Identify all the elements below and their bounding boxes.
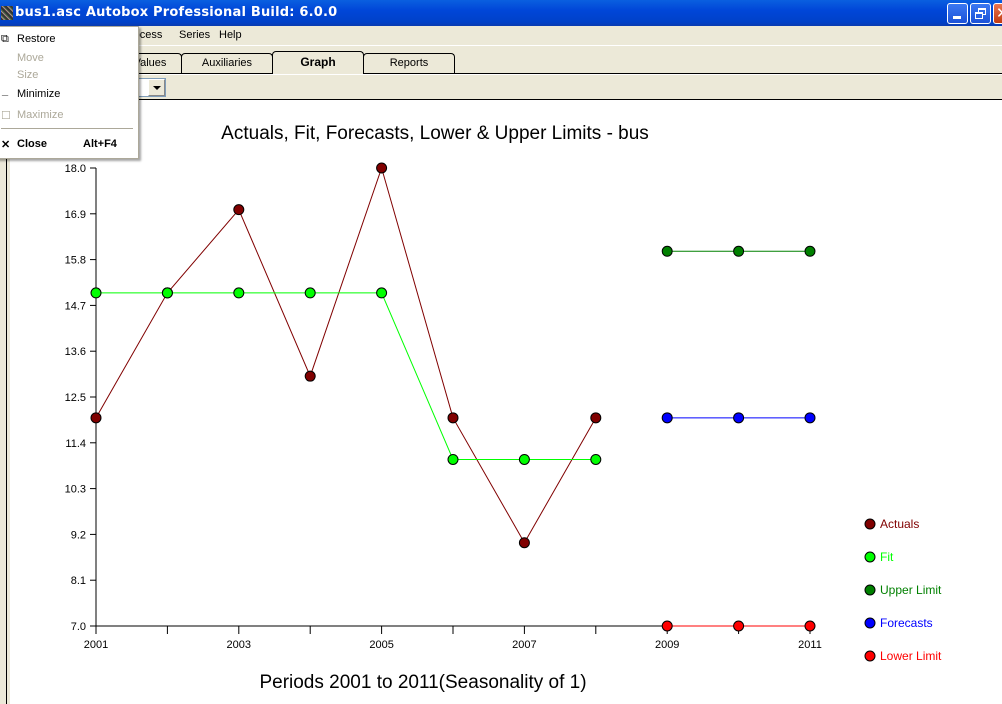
sysmenu-minimize[interactable]: Minimize — [17, 88, 60, 100]
sysmenu-close[interactable]: Close — [17, 138, 47, 150]
menu-separator — [1, 128, 133, 129]
legend: Actuals Fit Upper Limit Forecasts Lower Limi… — [864, 517, 942, 663]
x-tick-label: 2011 — [798, 639, 822, 651]
legend-marker-forecasts — [864, 617, 876, 629]
legend-marker-upper-limit — [864, 584, 876, 596]
minimize-icon: _ — [2, 85, 9, 97]
y-tick-label: 16.9 — [65, 209, 86, 221]
y-tick-label: 7.0 — [71, 621, 86, 633]
x-tick-label: 2009 — [655, 639, 679, 651]
upper-limit-point — [804, 245, 816, 257]
actuals-point — [518, 537, 530, 549]
y-tick-label: 15.8 — [65, 255, 86, 267]
x-tick-label: 2001 — [84, 639, 108, 651]
legend-label-lower-limit: Lower Limit — [880, 649, 942, 663]
chart-title: Actuals, Fit, Forecasts, Lower & Upper L… — [221, 123, 649, 144]
fit-point — [233, 287, 245, 299]
tab-graph-label: Graph — [300, 55, 336, 69]
axes: 7.0 8.1 9.2 10.3 11.4 12.5 13.6 14.7 15.8 16.9 18.… — [65, 163, 822, 651]
fit-point — [590, 453, 602, 465]
fit-point — [376, 287, 388, 299]
forecasts-point — [804, 412, 816, 424]
upper-limit-point — [733, 245, 745, 257]
y-tick-label: 8.1 — [71, 575, 86, 587]
legend-label-actuals: Actuals — [880, 517, 919, 531]
sysmenu-restore[interactable]: Restore — [17, 33, 56, 45]
x-axis-label: Periods 2001 to 2011(Seasonality of 1) — [259, 672, 586, 693]
x-tick-label: 2007 — [512, 639, 536, 651]
legend-marker-fit — [864, 551, 876, 563]
restore-icon: ⧉ — [1, 33, 9, 45]
maximize-icon: ☐ — [1, 110, 11, 122]
actuals-point — [590, 412, 602, 424]
fit-point — [161, 287, 173, 299]
y-tick-label: 11.4 — [65, 438, 86, 450]
actuals-point — [90, 412, 102, 424]
fit-point — [304, 287, 316, 299]
y-tick-label: 12.5 — [65, 392, 86, 404]
x-tick-label: 2005 — [369, 639, 393, 651]
sysmenu-maximize: Maximize — [17, 109, 64, 121]
tab-graph[interactable]: Graph — [272, 51, 364, 74]
fit-line — [96, 292, 596, 460]
y-tick-label: 10.3 — [65, 484, 86, 496]
x-tick-label: 2003 — [227, 639, 251, 651]
y-tick-label: 18.0 — [65, 163, 86, 175]
legend-marker-lower-limit — [864, 650, 876, 662]
lower-limit-point — [804, 620, 816, 632]
actuals-point — [233, 204, 245, 216]
lower-limit-point — [733, 620, 745, 632]
series-group — [90, 162, 816, 632]
actuals-line — [95, 166, 597, 544]
legend-marker-actuals — [864, 518, 876, 530]
legend-label-forecasts: Forecasts — [880, 616, 933, 630]
forecasts-point — [661, 412, 673, 424]
legend-label-upper-limit: Upper Limit — [880, 583, 942, 597]
y-tick-label: 14.7 — [65, 300, 86, 312]
sysmenu-move: Move — [17, 52, 44, 64]
y-tick-label: 13.6 — [65, 346, 86, 358]
forecasts-point — [733, 412, 745, 424]
lower-limit-point — [661, 620, 673, 632]
chart-svg: Actuals, Fit, Forecasts, Lower & Upper L… — [65, 123, 942, 693]
fit-point — [90, 287, 102, 299]
y-tick-label: 9.2 — [71, 529, 86, 541]
close-icon: ✕ — [1, 139, 11, 151]
sysmenu-close-shortcut: Alt+F4 — [83, 138, 117, 150]
system-menu: ⧉ Restore Move Size _ Minimize ☐ Maximiz… — [0, 26, 139, 159]
upper-limit-point — [661, 245, 673, 257]
actuals-point — [304, 370, 316, 382]
actuals-point — [447, 412, 459, 424]
sysmenu-size: Size — [17, 69, 39, 81]
fit-point — [447, 453, 459, 465]
actuals-point — [376, 162, 388, 174]
legend-label-fit: Fit — [880, 550, 894, 564]
fit-point — [518, 453, 530, 465]
